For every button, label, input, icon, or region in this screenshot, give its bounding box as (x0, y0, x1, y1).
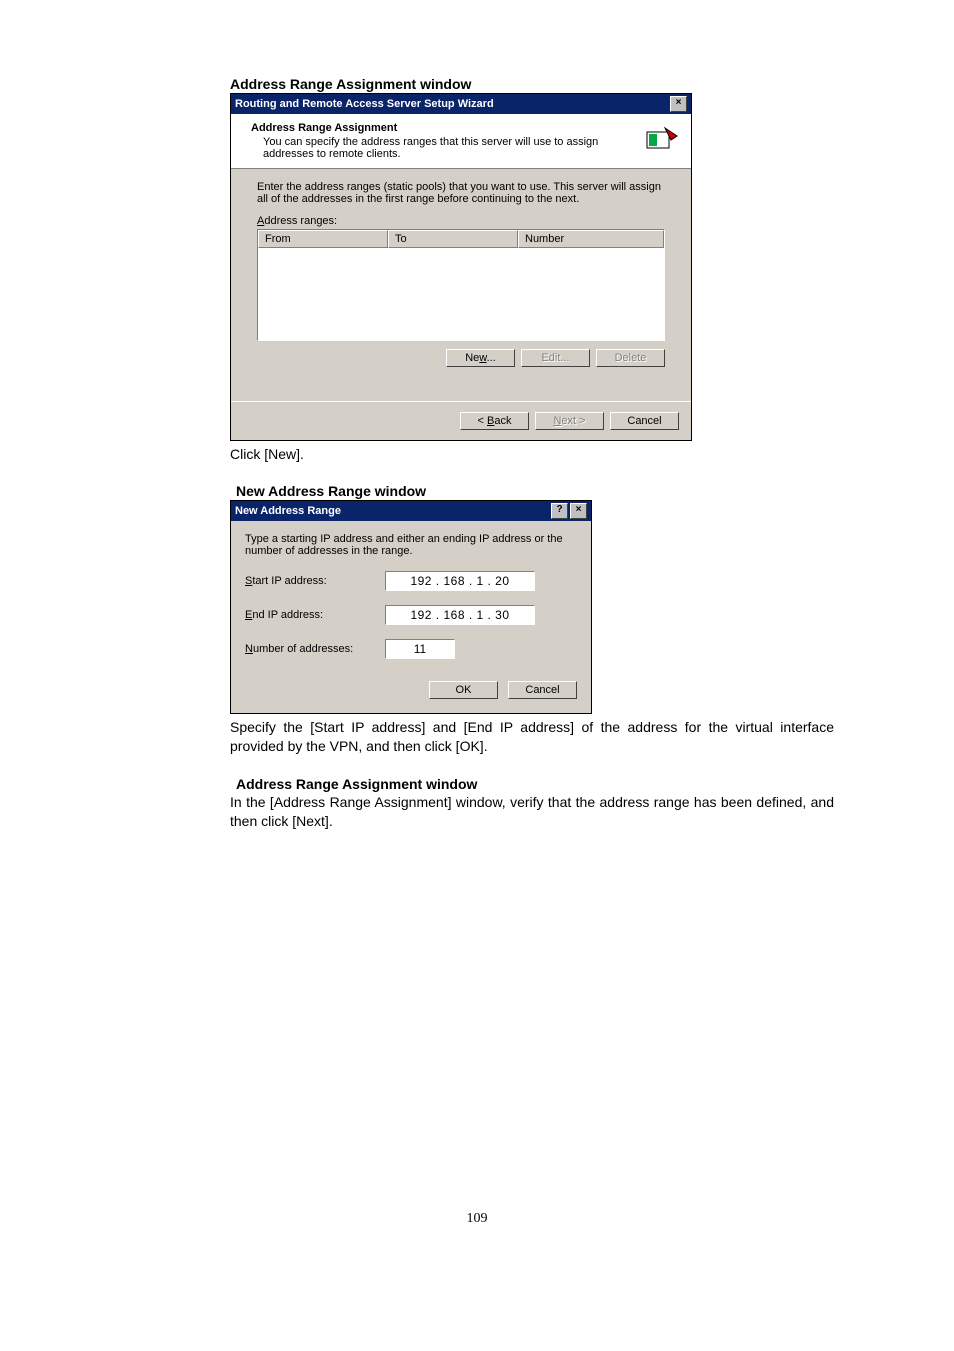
number-addresses-input[interactable]: 11 (385, 639, 455, 659)
address-ranges-list[interactable]: From To Number (257, 229, 665, 341)
edit-button: Edit... (521, 349, 590, 367)
page-number: 109 (60, 1211, 894, 1227)
start-ip-input[interactable]: 192 . 168 . 1 . 20 (385, 571, 535, 591)
wizard-dialog: Routing and Remote Access Server Setup W… (230, 93, 692, 441)
close-icon[interactable]: × (570, 503, 587, 519)
column-number[interactable]: Number (518, 230, 664, 248)
column-to[interactable]: To (388, 230, 518, 248)
instruction-click-new: Click [New]. (230, 445, 894, 463)
wizard-header-subtitle: You can specify the address ranges that … (263, 136, 637, 160)
section-heading-3: Address Range Assignment window (236, 776, 894, 792)
ok-button[interactable]: OK (429, 681, 498, 699)
new-address-range-dialog: New Address Range ? × Type a starting IP… (230, 500, 592, 714)
next-button: Next > (535, 412, 604, 430)
wizard-title-text: Routing and Remote Access Server Setup W… (235, 98, 494, 110)
instruction-specify-ip: Specify the [Start IP address] and [End … (230, 718, 834, 756)
close-icon[interactable]: × (670, 96, 687, 112)
back-button[interactable]: < Back (460, 412, 529, 430)
cancel-button[interactable]: Cancel (610, 412, 679, 430)
help-icon[interactable]: ? (551, 503, 568, 519)
section-heading-2: New Address Range window (236, 483, 894, 499)
end-ip-label: End IP address: (245, 609, 385, 621)
dialog2-instruction: Type a starting IP address and either an… (245, 533, 577, 557)
wizard-header-title: Address Range Assignment (251, 122, 637, 134)
cancel-button[interactable]: Cancel (508, 681, 577, 699)
dialog2-titlebar: New Address Range ? × (231, 501, 591, 521)
end-ip-input[interactable]: 192 . 168 . 1 . 30 (385, 605, 535, 625)
number-addresses-label: Number of addresses: (245, 643, 385, 655)
delete-button: Delete (596, 349, 665, 367)
dialog2-title-text: New Address Range (235, 505, 341, 517)
wizard-icon (643, 122, 679, 158)
wizard-instruction: Enter the address ranges (static pools) … (257, 181, 665, 205)
wizard-header: Address Range Assignment You can specify… (231, 114, 691, 169)
instruction-verify-next: In the [Address Range Assignment] window… (230, 793, 834, 831)
start-ip-label: Start IP address: (245, 575, 385, 587)
address-ranges-label: Address ranges: (257, 215, 665, 227)
new-button[interactable]: New... (446, 349, 515, 367)
section-heading-1: Address Range Assignment window (230, 76, 894, 92)
column-from[interactable]: From (258, 230, 388, 248)
wizard-titlebar: Routing and Remote Access Server Setup W… (231, 94, 691, 114)
